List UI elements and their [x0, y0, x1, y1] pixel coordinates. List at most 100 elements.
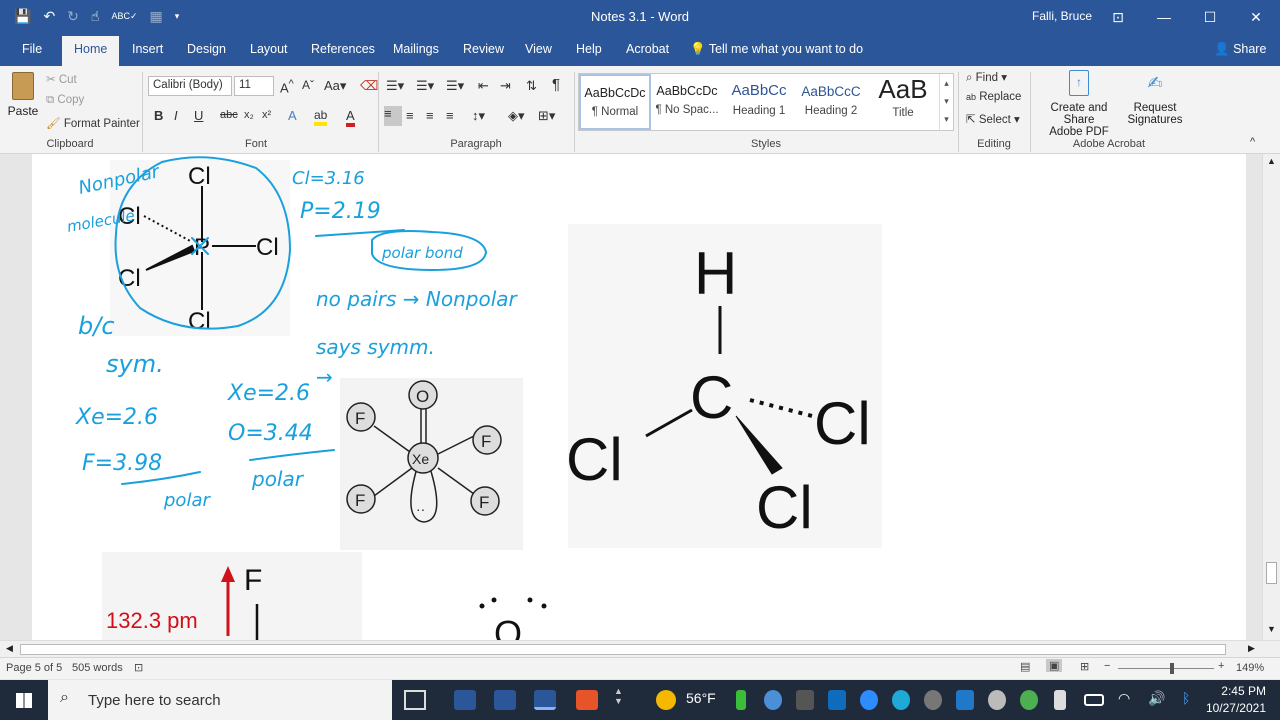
volume-icon[interactable]: 🔊 [1148, 690, 1165, 707]
underline-icon[interactable]: U [194, 108, 203, 123]
subscript-icon[interactable]: x₂ [244, 109, 254, 121]
scroll-right-icon[interactable]: ▶ [1248, 643, 1255, 654]
bullets-icon[interactable]: ☰▾ [386, 78, 404, 94]
create-pdf-button[interactable]: ↑ Create and Share Adobe PDF [1034, 70, 1124, 138]
multilevel-list-icon[interactable]: ☰▾ [446, 78, 464, 94]
document-page[interactable]: Cl Cl P Cl Cl Cl O F F Xe F F ·· H C Cl … [32, 154, 1246, 640]
borders-icon[interactable]: ⊞▾ [538, 108, 555, 124]
tell-me-search[interactable]: 💡 Tell me what you want to do [690, 42, 863, 57]
align-right-icon[interactable]: ≡ [426, 108, 434, 123]
align-left-icon[interactable]: ≡ [384, 106, 402, 126]
weather-temperature[interactable]: 56°F [686, 690, 716, 706]
font-name-select[interactable]: Calibri (Body) [148, 76, 232, 96]
tab-references[interactable]: References [311, 42, 375, 56]
bluetooth-icon[interactable]: ᛒ [1182, 690, 1190, 706]
start-button[interactable] [0, 680, 48, 720]
scroll-left-icon[interactable]: ◀ [6, 643, 13, 654]
style-heading-2[interactable]: AaBbCcC Heading 2 [795, 74, 867, 130]
increase-indent-icon[interactable]: ⇥ [500, 78, 511, 94]
tab-layout[interactable]: Layout [250, 42, 288, 56]
close-icon[interactable]: ✕ [1236, 4, 1276, 30]
taskbar-search-box[interactable]: ⌕ Type here to search [48, 680, 392, 720]
align-center-icon[interactable]: ≡ [406, 108, 414, 123]
paste-button[interactable]: Paste [6, 70, 40, 128]
tab-home[interactable]: Home [62, 36, 120, 66]
scroll-thumb[interactable] [1266, 562, 1277, 584]
print-layout-icon[interactable]: ▣ [1046, 659, 1063, 672]
proofing-icon[interactable]: ⊡ [134, 661, 143, 674]
scroll-thumb[interactable] [20, 644, 1226, 655]
tray-app-icon[interactable] [1020, 690, 1038, 710]
zoom-out-icon[interactable]: − [1104, 660, 1110, 672]
zoom-level[interactable]: 149% [1236, 662, 1264, 674]
vertical-scrollbar[interactable]: ▲ ▼ [1262, 154, 1280, 640]
cut-button[interactable]: ✂ Cut [46, 72, 77, 86]
word-taskbar-icon[interactable] [454, 690, 476, 710]
share-button[interactable]: 👤 Share [1214, 42, 1266, 57]
word-taskbar-icon[interactable] [534, 690, 556, 710]
tab-file[interactable]: File [22, 42, 42, 56]
pilcrow-icon[interactable]: ¶ [552, 76, 560, 93]
font-size-select[interactable]: 11 [234, 76, 274, 96]
font-color-icon[interactable]: A [346, 108, 355, 127]
decrease-indent-icon[interactable]: ⇤ [478, 78, 489, 94]
zoom-tray-icon[interactable] [860, 690, 878, 710]
ribbon-display-icon[interactable]: ⊡ [1098, 4, 1138, 30]
skype-tray-icon[interactable] [956, 690, 974, 710]
superscript-icon[interactable]: x² [262, 109, 271, 121]
tray-app-icon[interactable] [764, 690, 782, 710]
tab-design[interactable]: Design [187, 42, 226, 56]
tray-app-icon[interactable] [892, 690, 910, 710]
shading-icon[interactable]: ◈▾ [508, 108, 525, 124]
zoom-slider[interactable] [1118, 663, 1214, 674]
line-spacing-icon[interactable]: ↕▾ [472, 108, 485, 124]
task-view-icon[interactable] [404, 690, 426, 710]
read-mode-icon[interactable]: ▤ [1020, 660, 1030, 673]
italic-icon[interactable]: I [174, 108, 178, 123]
battery-app-icon[interactable] [736, 690, 746, 710]
tab-mailings[interactable]: Mailings [393, 42, 439, 56]
word-taskbar-icon[interactable] [494, 690, 516, 710]
scroll-up-icon[interactable]: ▲ [1267, 156, 1276, 166]
user-name[interactable]: Falli, Bruce [1032, 9, 1092, 23]
change-case-icon[interactable]: Aa▾ [324, 78, 346, 94]
clear-formatting-icon[interactable]: ⌫ [360, 78, 378, 94]
tray-app-icon[interactable] [796, 690, 814, 710]
tab-view[interactable]: View [525, 42, 552, 56]
collapse-ribbon-icon[interactable]: ^ [1250, 136, 1255, 148]
maximize-icon[interactable]: ☐ [1190, 4, 1230, 30]
request-signatures-button[interactable]: ✍ Request Signatures [1124, 70, 1186, 126]
wifi-icon[interactable]: ◠ [1118, 690, 1130, 707]
numbering-icon[interactable]: ☰▾ [416, 78, 434, 94]
style-heading-1[interactable]: AaBbCc Heading 1 [723, 74, 795, 130]
zoom-in-icon[interactable]: + [1218, 660, 1224, 672]
zoom-slider-thumb[interactable] [1170, 663, 1174, 674]
style-normal[interactable]: AaBbCcDc ¶ Normal [579, 74, 651, 130]
grow-font-icon[interactable]: A^ [280, 78, 294, 95]
bold-icon[interactable]: B [154, 108, 163, 123]
style-no-spacing[interactable]: AaBbCcDc ¶ No Spac... [651, 74, 723, 130]
cloud-tray-icon[interactable] [924, 690, 942, 710]
tab-insert[interactable]: Insert [132, 42, 163, 56]
strikethrough-icon[interactable]: abc [220, 109, 238, 121]
usb-tray-icon[interactable] [1054, 690, 1066, 710]
tab-review[interactable]: Review [463, 42, 504, 56]
styles-more-icon[interactable]: ▴ ▾ ▾ [939, 74, 953, 130]
format-painter-button[interactable]: 🖌 Format Painter [46, 116, 140, 130]
find-button[interactable]: ⌕ Find ▾ [966, 70, 1007, 85]
shrink-font-icon[interactable]: Aˇ [302, 78, 314, 92]
clock[interactable]: 2:45 PM 10/27/2021 [1200, 683, 1266, 717]
replace-button[interactable]: ab Replace [966, 91, 1021, 103]
word-count[interactable]: 505 words [72, 662, 123, 674]
horizontal-scrollbar[interactable]: ◀ ▶ [0, 640, 1280, 657]
highlight-icon[interactable]: ab [314, 108, 328, 126]
page-count[interactable]: Page 5 of 5 [6, 662, 62, 674]
tab-help[interactable]: Help [576, 42, 602, 56]
battery-icon[interactable] [1084, 694, 1104, 706]
text-effects-icon[interactable]: A [288, 108, 297, 123]
style-title[interactable]: AaB Title [867, 74, 939, 130]
overflow-chevron-icon[interactable]: ▲ ▼ [614, 686, 623, 706]
web-layout-icon[interactable]: ⊞ [1080, 660, 1089, 673]
sort-icon[interactable]: ⇅ [526, 78, 537, 94]
select-button[interactable]: ⇱ Select ▾ [966, 112, 1020, 126]
